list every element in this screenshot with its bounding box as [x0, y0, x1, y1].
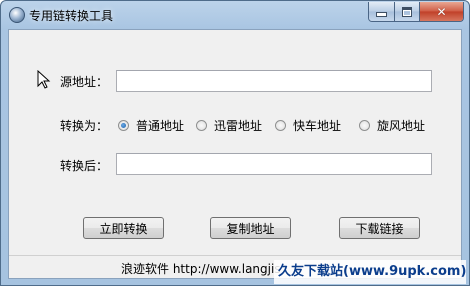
source-address-input[interactable] — [116, 70, 432, 92]
maximize-button[interactable] — [395, 2, 420, 21]
caption-buttons: ✕ — [368, 2, 464, 22]
download-link-button[interactable]: 下载链接 — [339, 217, 420, 239]
window-title: 专用链转换工具 — [29, 9, 114, 23]
app-icon — [9, 7, 25, 23]
title-bar[interactable]: 专用链转换工具 ✕ — [1, 1, 469, 29]
radio-flashget-label: 快车地址 — [293, 119, 342, 133]
watermark: 久友下载站(www.9upk.com) — [274, 260, 466, 284]
client-area: 源地址： 转换为： 普通地址 迅雷地址 快车地址 旋风地址 转换后： 立即转换 … — [8, 29, 462, 279]
radio-xunlei-label: 迅雷地址 — [214, 119, 263, 133]
radio-qqxuanfeng-label: 旋风地址 — [377, 119, 426, 133]
maximize-icon — [402, 6, 412, 17]
close-button[interactable]: ✕ — [420, 2, 463, 21]
status-text: 浪迹软件 http://www.langjis — [121, 262, 281, 276]
radio-unselected-icon — [196, 120, 207, 131]
radio-normal-address[interactable]: 普通地址 — [118, 117, 184, 134]
radio-flashget-address[interactable]: 快车地址 — [275, 117, 341, 134]
radio-unselected-icon — [275, 120, 286, 131]
radio-unselected-icon — [359, 120, 370, 131]
close-icon: ✕ — [436, 4, 447, 19]
radio-normal-label: 普通地址 — [136, 119, 185, 133]
convert-to-label: 转换为： — [60, 119, 109, 133]
radio-selected-icon — [118, 120, 129, 131]
main-window: 专用链转换工具 ✕ 源地址： 转换为： 普通地址 迅雷地址 快车地址 旋风地址 … — [0, 0, 470, 286]
source-address-label: 源地址： — [60, 75, 109, 89]
result-address-input[interactable] — [116, 153, 432, 175]
copy-address-button[interactable]: 复制地址 — [210, 217, 291, 239]
minimize-button[interactable] — [369, 2, 395, 21]
result-address-label: 转换后： — [60, 159, 109, 173]
convert-now-button[interactable]: 立即转换 — [83, 217, 164, 239]
minimize-icon — [376, 12, 387, 17]
radio-qqxuanfeng-address[interactable]: 旋风地址 — [359, 117, 425, 134]
radio-xunlei-address[interactable]: 迅雷地址 — [196, 117, 262, 134]
mouse-cursor-icon — [37, 70, 51, 89]
